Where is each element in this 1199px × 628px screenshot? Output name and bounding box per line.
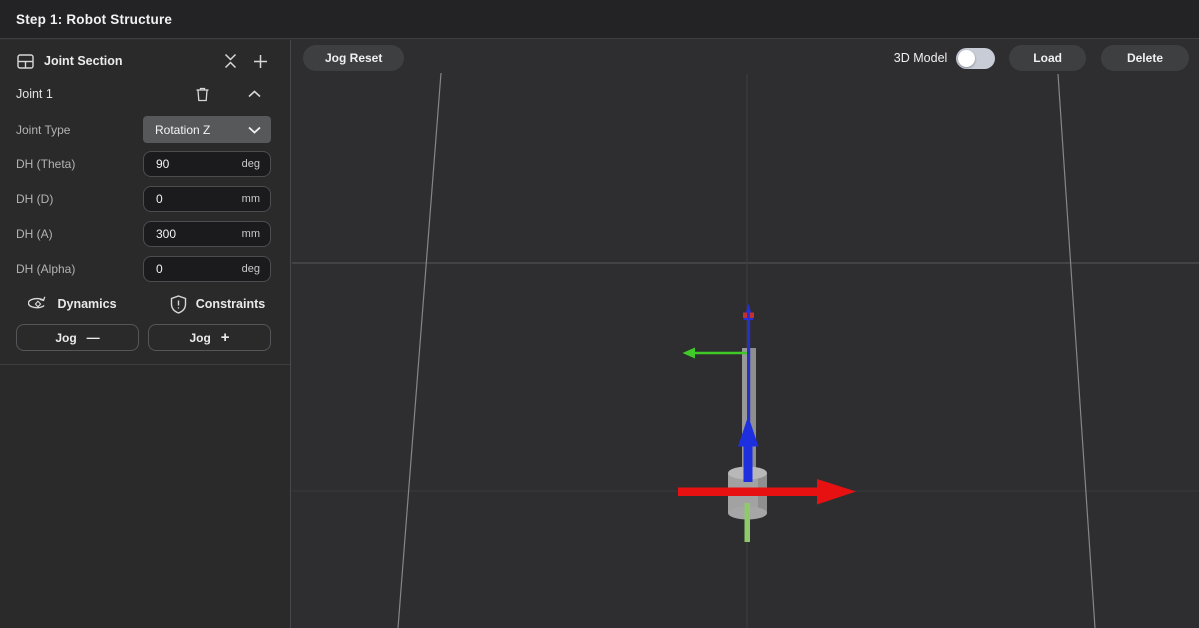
viewport-toolbar: Jog Reset 3D Model Load Delete: [292, 45, 1199, 71]
dynamics-label: Dynamics: [57, 297, 116, 311]
dh-theta-unit: deg: [242, 158, 260, 170]
field-joint-type: Joint Type Rotation Z: [16, 116, 271, 143]
joint-section-header: Joint Section: [16, 48, 271, 74]
jog-minus-label: Jog: [55, 331, 76, 345]
model-toggle-switch[interactable]: [956, 48, 995, 69]
joint-type-value: Rotation Z: [155, 123, 248, 137]
dh-alpha-input-wrap: deg: [143, 256, 271, 282]
dh-d-unit: mm: [242, 193, 260, 205]
toggle-knob: [958, 50, 975, 67]
field-label: DH (Theta): [16, 157, 75, 171]
constraints-button[interactable]: Constraints: [145, 295, 290, 314]
viewport-toolbar-right: 3D Model Load Delete: [894, 45, 1189, 71]
field-dh-a: DH (A) mm: [16, 220, 271, 247]
minus-icon: —: [87, 331, 100, 344]
dh-a-unit: mm: [242, 228, 260, 240]
joint-row-header: Joint 1: [16, 83, 271, 105]
dynamics-button[interactable]: Dynamics: [0, 294, 145, 314]
plus-icon: +: [221, 330, 230, 345]
dh-d-input[interactable]: [156, 192, 216, 206]
joint-name: Joint 1: [16, 87, 53, 101]
jog-reset-button[interactable]: Jog Reset: [303, 45, 404, 71]
joint-sidebar: Joint Section Joint 1: [0, 40, 291, 628]
shield-alert-icon: [170, 295, 187, 314]
load-button[interactable]: Load: [1009, 45, 1086, 71]
dh-theta-input[interactable]: [156, 157, 216, 171]
y-axis-lower-segment: [745, 503, 751, 542]
field-label: DH (D): [16, 192, 53, 206]
delete-button[interactable]: Delete: [1101, 45, 1189, 71]
jog-plus-label: Jog: [189, 331, 210, 345]
z-axis-line: [747, 318, 750, 421]
field-dh-d: DH (D) mm: [16, 185, 271, 212]
model-toggle-label: 3D Model: [894, 51, 948, 65]
page-title: Step 1: Robot Structure: [16, 12, 172, 27]
dh-alpha-unit: deg: [242, 263, 260, 275]
jog-buttons-row: Jog — Jog +: [16, 324, 271, 351]
robot-joint: [678, 304, 856, 542]
rotate-3d-icon: [28, 294, 48, 314]
joint-type-select[interactable]: Rotation Z: [143, 116, 271, 143]
scene-canvas: [292, 40, 1199, 628]
joint-section-title: Joint Section: [44, 54, 122, 68]
jog-minus-button[interactable]: Jog —: [16, 324, 139, 351]
field-label: DH (A): [16, 227, 53, 241]
add-joint-button[interactable]: [249, 50, 271, 72]
jog-plus-button[interactable]: Jog +: [148, 324, 271, 351]
chevron-down-icon: [248, 126, 261, 134]
panel-layout-icon: [16, 50, 34, 72]
collapse-vertical-icon[interactable]: [219, 50, 241, 72]
field-dh-alpha: DH (Alpha) deg: [16, 255, 271, 282]
app-window: Step 1: Robot Structure Joint Section: [0, 0, 1199, 628]
top-bar: Step 1: Robot Structure: [0, 0, 1199, 39]
y-axis-arrowhead: [683, 348, 696, 359]
dh-a-input-wrap: mm: [143, 221, 271, 247]
dh-theta-input-wrap: deg: [143, 151, 271, 177]
viewport-3d[interactable]: Jog Reset 3D Model Load Delete: [292, 40, 1199, 628]
sidebar-divider: [0, 364, 290, 365]
chevron-up-icon[interactable]: [243, 83, 265, 105]
field-dh-theta: DH (Theta) deg: [16, 150, 271, 177]
dh-alpha-input[interactable]: [156, 262, 216, 276]
joint-extra-links: Dynamics Constraints: [0, 292, 290, 316]
x-axis-marker-right: [750, 313, 754, 319]
dh-d-input-wrap: mm: [143, 186, 271, 212]
field-label: DH (Alpha): [16, 262, 75, 276]
constraints-label: Constraints: [196, 297, 265, 311]
x-axis-marker-left: [743, 313, 747, 319]
dh-a-input[interactable]: [156, 227, 216, 241]
field-label: Joint Type: [16, 123, 70, 137]
trash-icon[interactable]: [191, 83, 213, 105]
